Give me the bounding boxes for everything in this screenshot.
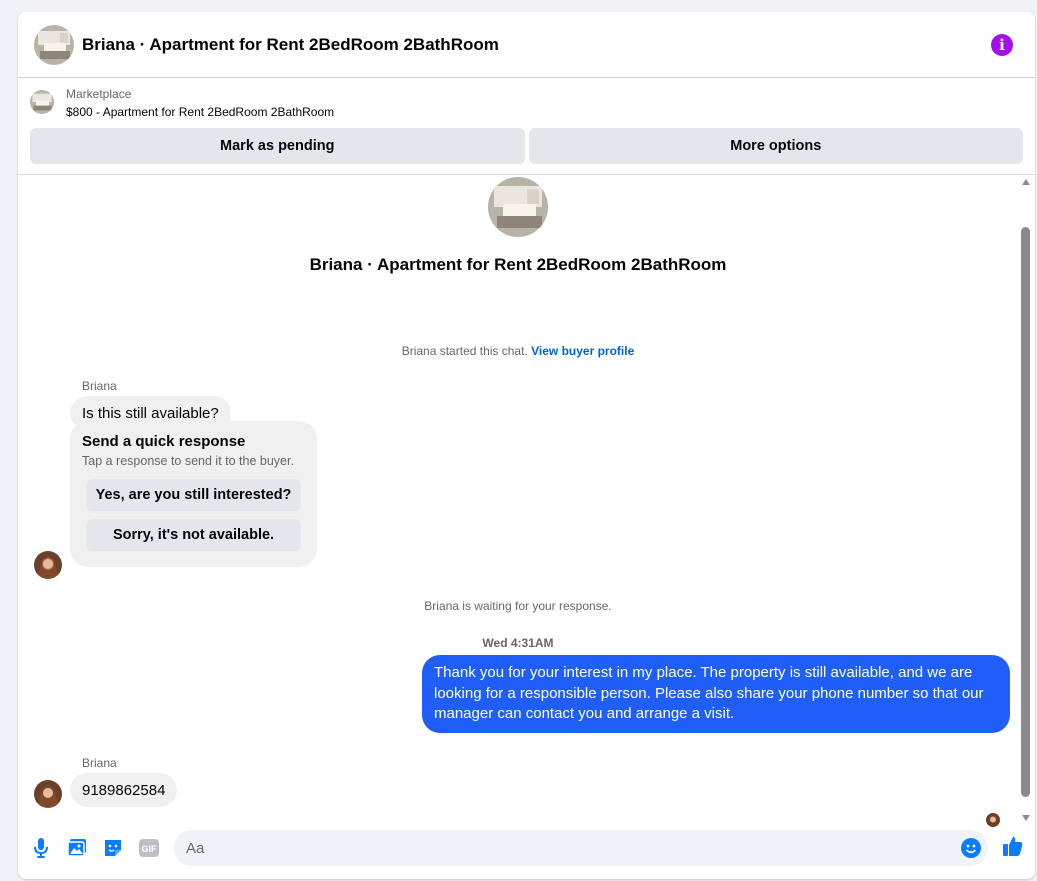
mark-pending-button[interactable]: Mark as pending bbox=[30, 128, 525, 164]
timestamp: Wed 4:31AM bbox=[482, 636, 554, 650]
view-buyer-profile-link[interactable]: View buyer profile bbox=[531, 344, 634, 358]
sender-name: Briana bbox=[82, 756, 117, 770]
photo-icon[interactable] bbox=[66, 837, 88, 859]
waiting-notice: Briana is waiting for your response. bbox=[424, 599, 612, 613]
thumbs-up-icon[interactable] bbox=[1002, 835, 1024, 857]
info-icon[interactable]: i bbox=[991, 34, 1013, 56]
quick-response-option[interactable]: Yes, are you still interested? bbox=[86, 479, 301, 511]
hero-avatar bbox=[488, 177, 548, 237]
more-options-button[interactable]: More options bbox=[528, 128, 1023, 164]
seen-indicator-avatar bbox=[986, 813, 1000, 827]
incoming-message: 9189862584 bbox=[70, 773, 178, 807]
quick-response-option[interactable]: Sorry, it's not available. bbox=[86, 519, 301, 551]
listing-summary[interactable]: Marketplace $800 - Apartment for Rent 2B… bbox=[30, 86, 334, 121]
chat-window: Briana · Apartment for Rent 2BedRoom 2Ba… bbox=[18, 12, 1035, 879]
chat-start-notice: Briana started this chat. View buyer pro… bbox=[18, 344, 1018, 358]
chat-start-text: Briana started this chat. bbox=[401, 344, 528, 358]
scroll-thumb[interactable] bbox=[1021, 227, 1030, 797]
emoji-icon[interactable] bbox=[960, 837, 982, 859]
scrollbar[interactable] bbox=[1018, 175, 1035, 825]
message-input-placeholder: Aa bbox=[186, 839, 205, 857]
buyer-avatar[interactable] bbox=[34, 551, 62, 579]
svg-text:GIF: GIF bbox=[142, 844, 158, 854]
sender-name: Briana bbox=[82, 379, 117, 393]
chat-title: Briana · Apartment for Rent 2BedRoom 2Ba… bbox=[82, 34, 499, 54]
message-thread: Briana · Apartment for Rent 2BedRoom 2Ba… bbox=[18, 175, 1018, 827]
quick-response-subtitle: Tap a response to send it to the buyer. bbox=[82, 454, 294, 468]
listing-source: Marketplace bbox=[66, 87, 132, 101]
gif-icon[interactable]: GIF bbox=[138, 837, 160, 859]
message-input[interactable]: Aa bbox=[174, 830, 988, 866]
thread-title: Briana · Apartment for Rent 2BedRoom 2Ba… bbox=[309, 255, 727, 274]
listing-title: $800 - Apartment for Rent 2BedRoom 2Bath… bbox=[66, 105, 335, 119]
message-composer: GIF Aa bbox=[18, 827, 1035, 871]
quick-response-title: Send a quick response bbox=[82, 433, 246, 450]
chat-header: Briana · Apartment for Rent 2BedRoom 2Ba… bbox=[18, 12, 1035, 78]
scroll-down-arrow[interactable] bbox=[1022, 815, 1030, 821]
microphone-icon[interactable] bbox=[30, 837, 52, 859]
scroll-up-arrow[interactable] bbox=[1022, 179, 1030, 185]
listing-avatar[interactable] bbox=[34, 24, 74, 65]
sticker-icon[interactable] bbox=[102, 837, 124, 859]
buyer-avatar[interactable] bbox=[34, 780, 62, 808]
listing-actions: Mark as pending More options bbox=[30, 128, 1023, 164]
quick-response-card: Send a quick response Tap a response to … bbox=[70, 421, 317, 567]
listing-thumbnail bbox=[30, 90, 54, 114]
outgoing-message: Thank you for your interest in my place.… bbox=[422, 655, 1010, 733]
